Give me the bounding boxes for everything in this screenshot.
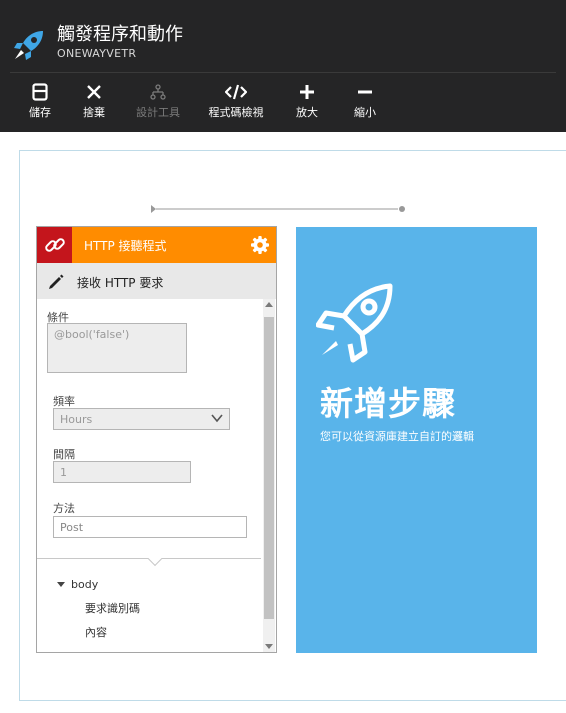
interval-label: 間隔 <box>53 448 75 461</box>
code-view-label: 程式碼檢視 <box>208 106 264 119</box>
scroll-down-arrow-icon[interactable] <box>265 644 273 649</box>
frequency-value: Hours <box>60 413 93 426</box>
zoom-out-label: 縮小 <box>354 106 376 119</box>
app-subtitle: ONEWAYVETR <box>57 47 137 60</box>
tree-node-request-id[interactable]: 要求識別碼 <box>85 600 140 616</box>
card-scrollbar[interactable] <box>263 299 275 652</box>
gear-icon[interactable] <box>250 235 270 255</box>
card-header-title: HTTP 接聽程式 <box>84 239 167 253</box>
tree-node-body[interactable]: body <box>71 578 98 591</box>
chevron-down-icon <box>211 414 223 423</box>
condition-field[interactable]: @bool('false') <box>47 323 187 373</box>
card-subheader[interactable]: 接收 HTTP 要求 <box>37 263 276 299</box>
minus-icon <box>358 90 372 94</box>
save-icon <box>32 83 48 101</box>
link-icon <box>44 238 65 252</box>
method-field[interactable]: Post <box>53 516 247 538</box>
zoom-in-label: 放大 <box>296 106 318 119</box>
plus-icon <box>300 85 314 99</box>
card-header: HTTP 接聽程式 <box>37 227 276 263</box>
tree-node-content[interactable]: 內容 <box>85 624 107 640</box>
interval-field[interactable]: 1 <box>53 461 191 483</box>
link-icon-box <box>37 227 72 263</box>
rocket-icon <box>14 31 43 60</box>
method-label: 方法 <box>53 502 75 515</box>
add-step-description: 您可以從資源庫建立自訂的邏輯 <box>320 430 474 443</box>
scroll-thumb[interactable] <box>264 317 274 619</box>
discard-label: 捨棄 <box>83 106 105 119</box>
designer-button[interactable]: 設計工具 <box>134 82 182 122</box>
zoom-in-button[interactable]: 放大 <box>294 82 320 122</box>
app-title: 觸發程序和動作 <box>57 24 183 45</box>
frequency-label: 頻率 <box>53 395 75 408</box>
zoom-out-button[interactable]: 縮小 <box>352 82 378 122</box>
divider-notch <box>147 551 163 567</box>
pencil-icon <box>49 274 64 289</box>
http-listener-card: HTTP 接聽程式 接收 HTTP 要求 條件 @bool('false') 頻… <box>36 226 277 653</box>
designer-label: 設計工具 <box>136 106 180 119</box>
add-step-card[interactable]: 新增步驟 您可以從資源庫建立自訂的邏輯 <box>296 227 537 653</box>
top-bar: 觸發程序和動作 ONEWAYVETR 儲存 捨棄 設計工具 程式碼檢視 放大 縮… <box>0 0 566 132</box>
collapse-arrow-icon[interactable] <box>57 582 65 587</box>
scroll-up-arrow-icon[interactable] <box>265 302 273 307</box>
discard-button[interactable]: 捨棄 <box>80 82 108 122</box>
toolbar-divider <box>10 72 556 73</box>
save-button[interactable]: 儲存 <box>26 82 54 122</box>
code-view-button[interactable]: 程式碼檢視 <box>206 82 266 122</box>
code-icon <box>225 84 247 100</box>
close-icon <box>87 85 101 99</box>
add-step-title: 新增步驟 <box>320 384 456 423</box>
save-label: 儲存 <box>29 106 51 119</box>
flow-connector <box>151 205 405 213</box>
rocket-icon <box>316 283 393 363</box>
card-subheader-title: 接收 HTTP 要求 <box>77 276 164 290</box>
frequency-select[interactable]: Hours <box>53 408 230 430</box>
designer-icon <box>150 84 166 100</box>
